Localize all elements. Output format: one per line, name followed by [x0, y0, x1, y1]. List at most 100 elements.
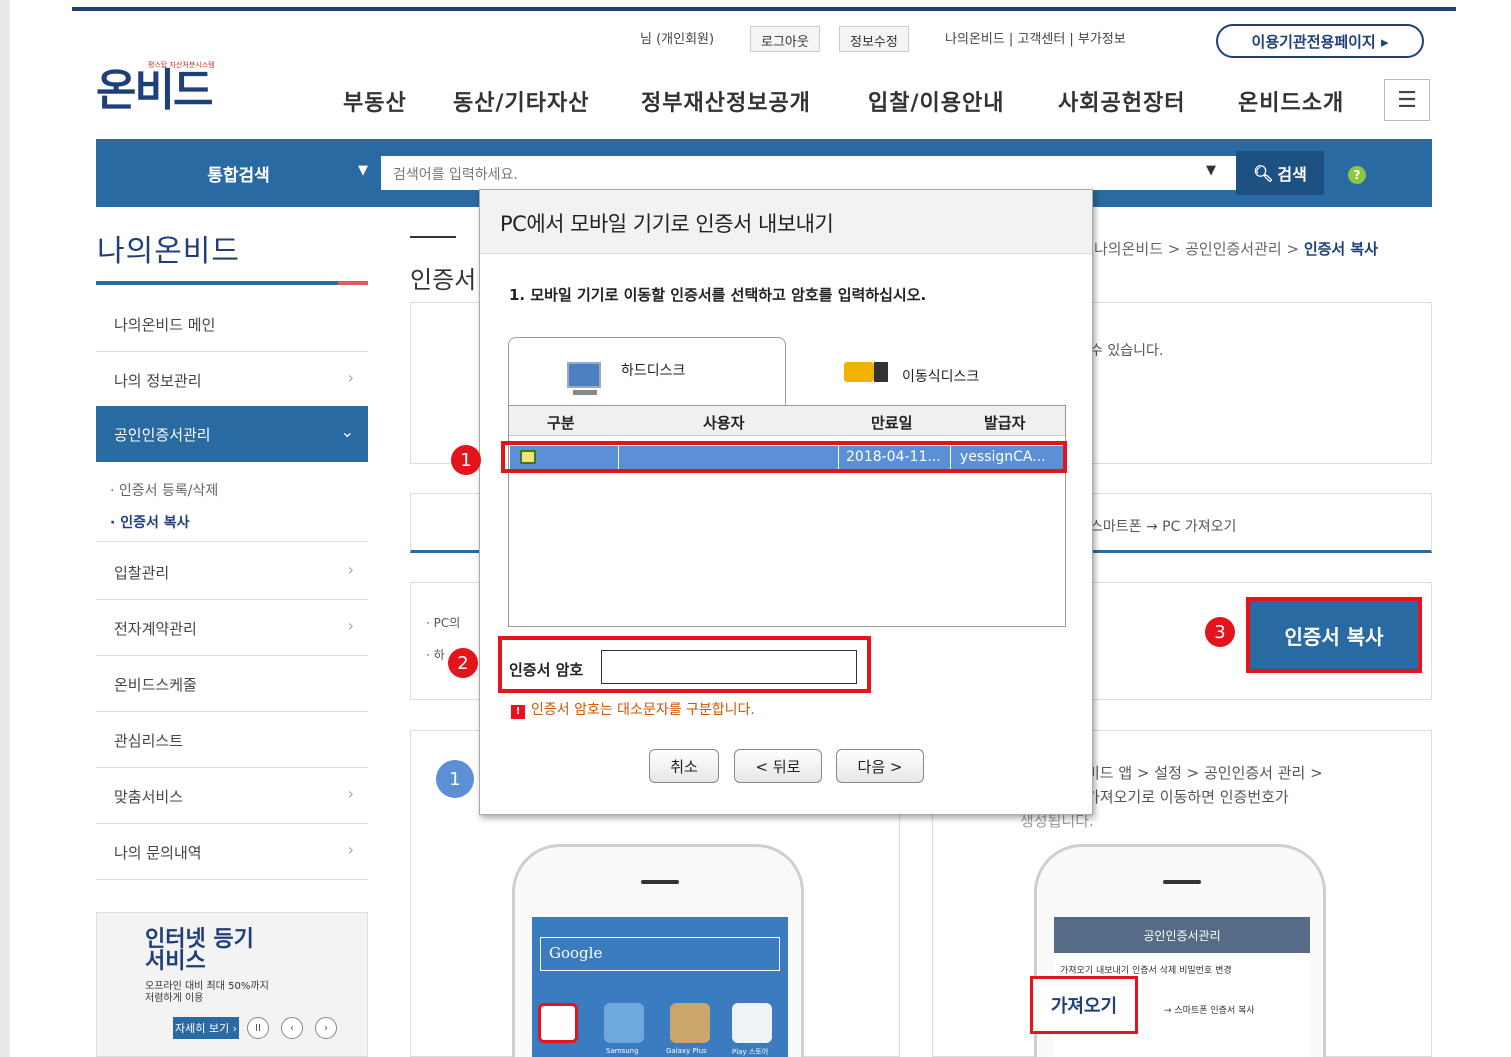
- search-button[interactable]: 🔍︎ 검색: [1236, 151, 1324, 195]
- step-marker-3: 3: [1205, 617, 1235, 647]
- nav-movables[interactable]: 동산/기타자산: [453, 85, 589, 117]
- sidebar-item-main[interactable]: 나의온비드 메인: [96, 296, 368, 352]
- app-caption: → 스마트폰 인증서 복사: [1164, 1006, 1255, 1016]
- info-text: 수 있습니다.: [1090, 343, 1164, 359]
- nav-about[interactable]: 온비드소개: [1238, 85, 1344, 117]
- col-type[interactable]: 구분: [547, 412, 575, 433]
- pause-icon[interactable]: II: [247, 1017, 269, 1039]
- sidebar-title: 나의온비드: [97, 234, 240, 269]
- usb-drive-icon: [844, 362, 874, 382]
- help-icon[interactable]: ?: [1348, 166, 1366, 184]
- col-expiry[interactable]: 만료일: [871, 412, 912, 433]
- user-info: 님 (개인회원): [640, 32, 715, 47]
- export-certificate-dialog: PC에서 모바일 기기로 인증서 내보내기 1. 모바일 기기로 이동할 인증서…: [479, 189, 1093, 815]
- note-text: · PC의: [426, 616, 461, 630]
- sidebar-item-label: 관심리스트: [114, 732, 184, 750]
- tab-smartphone-to-pc[interactable]: 스마트폰 → PC 가져오기: [1090, 516, 1236, 536]
- banner-title: 인터넷 등기 서비스: [145, 927, 254, 974]
- nav-gov-property[interactable]: 정부재산정보공개: [641, 85, 811, 117]
- app-caption: Galaxy Plus: [666, 1047, 707, 1055]
- sidebar-sub-copy[interactable]: · 인증서 복사: [110, 512, 189, 532]
- search-category-select[interactable]: 통합검색: [96, 139, 381, 207]
- dialog-title: PC에서 모바일 기기로 인증서 내보내기: [480, 190, 1092, 254]
- app-caption: Samsung: [606, 1047, 639, 1055]
- next-icon[interactable]: ›: [315, 1017, 337, 1039]
- chevron-right-icon: ›: [347, 368, 354, 387]
- list-header: 구분 사용자 만료일 발급자: [509, 406, 1065, 436]
- next-button[interactable]: 다음 >: [836, 749, 924, 783]
- edit-info-button[interactable]: 정보수정: [839, 26, 909, 52]
- col-user[interactable]: 사용자: [703, 412, 744, 433]
- back-button[interactable]: < 뒤로: [734, 749, 822, 783]
- sidebar-divider-accent: [338, 281, 368, 285]
- banner-more-button[interactable]: 자세히 보기 ›: [173, 1017, 239, 1039]
- prev-icon[interactable]: ‹: [281, 1017, 303, 1039]
- phone-speaker: [1163, 880, 1201, 884]
- sidebar-item-label: 나의 문의내역: [114, 844, 202, 862]
- search-icon: 🔍︎: [1253, 163, 1274, 183]
- sidebar-item-contracts[interactable]: 전자계약관리 ›: [96, 600, 368, 656]
- tab-hard-disk[interactable]: 하드디스크: [508, 337, 786, 405]
- usb-connector-icon: [874, 362, 888, 382]
- top-accent-line: [72, 7, 1456, 11]
- logout-button[interactable]: 로그아웃: [750, 26, 820, 52]
- divider: [96, 541, 368, 542]
- chevron-right-icon: ›: [347, 560, 354, 579]
- sidebar-item-bids[interactable]: 입찰관리 ›: [96, 544, 368, 600]
- sidebar-item-interests[interactable]: 관심리스트: [96, 712, 368, 768]
- samsung-app-icon: [604, 1003, 644, 1043]
- cancel-button[interactable]: 취소: [649, 749, 719, 783]
- highlight-box: [498, 636, 871, 693]
- phone-illustration: Google Samsung Galaxy Plus Play 스토어: [512, 844, 804, 1057]
- monitor-stand: [573, 390, 597, 395]
- sidebar-item-label: 입찰관리: [114, 564, 170, 582]
- highlight-box: [1246, 597, 1422, 673]
- sidebar-item-label: 나의온비드 메인: [114, 316, 216, 334]
- sidebar-sub-register[interactable]: · 인증서 등록/삭제: [110, 480, 218, 500]
- nav-real-estate[interactable]: 부동산: [343, 85, 407, 117]
- tab-label: 하드디스크: [621, 363, 686, 379]
- tab-removable-disk[interactable]: 이동식디스크: [786, 350, 1066, 405]
- chevron-down-icon[interactable]: ▼: [358, 163, 368, 178]
- dialog-instruction: 1. 모바일 기기로 이동할 인증서를 선택하고 암호를 입력하십시오.: [509, 286, 927, 304]
- org-page-button[interactable]: 이용기관전용페이지 ▸: [1216, 24, 1424, 58]
- search-input[interactable]: 검색어를 입력하세요.: [381, 156, 1236, 190]
- sidebar-item-custom[interactable]: 맞춤서비스 ›: [96, 768, 368, 824]
- pull-highlight: 가져오기: [1030, 976, 1138, 1034]
- breadcrumb: 나의온비드 > 공인인증서관리 > 인증서 복사: [1094, 240, 1379, 258]
- onbid-app-icon: [538, 1003, 578, 1043]
- nav-social-market[interactable]: 사회공헌장터: [1058, 85, 1185, 117]
- step-marker-2: 2: [448, 648, 478, 678]
- sidebar-item-cert[interactable]: 공인인증서관리 ⌄: [96, 406, 368, 462]
- chevron-right-icon: ›: [347, 784, 354, 803]
- page-title: 인증서: [410, 266, 477, 294]
- chevron-right-icon: ›: [347, 840, 354, 859]
- monitor-icon: [567, 362, 601, 388]
- highlight-box: [501, 441, 1067, 473]
- guide-text: 비드 앱 > 설정 > 공인인증서 관리 >: [1086, 764, 1323, 782]
- certificate-list[interactable]: 구분 사용자 만료일 발급자 2018-04-11... yessignCA..…: [508, 405, 1066, 627]
- sidebar-item-label: 공인인증서관리: [114, 426, 211, 444]
- chevron-right-icon: ›: [347, 616, 354, 635]
- play-store-icon: [732, 1003, 772, 1043]
- galaxy-app-icon: [670, 1003, 710, 1043]
- registry-banner[interactable]: 인터넷 등기 서비스 오프라인 대비 최대 50%까지 저렴하게 이용 자세히 보기…: [96, 912, 368, 1057]
- sidebar-item-label: 전자계약관리: [114, 620, 197, 638]
- app-header: 공인인증서관리: [1054, 917, 1310, 953]
- step-badge: 1: [436, 760, 474, 798]
- util-links[interactable]: 나의온비드 | 고객센터 | 부가정보: [945, 28, 1126, 47]
- sidebar-item-info[interactable]: 나의 정보관리 ›: [96, 352, 368, 408]
- menu-icon[interactable]: ☰: [1384, 79, 1430, 121]
- sidebar-item-label: 맞춤서비스: [114, 788, 184, 806]
- tab-label: 이동식디스크: [902, 369, 980, 385]
- app-tabs: 가져오기 내보내기 인증서 삭제 비밀번호 변경: [1060, 966, 1232, 976]
- google-search-widget: Google: [540, 937, 780, 971]
- chevron-down-icon[interactable]: ▼: [1206, 163, 1216, 178]
- nav-bid-guide[interactable]: 입찰/이용안내: [868, 85, 1004, 117]
- search-button-label: 검색: [1277, 165, 1307, 184]
- chevron-down-icon: ⌄: [340, 422, 354, 441]
- sidebar-item-label: 나의 정보관리: [114, 372, 202, 390]
- col-issuer[interactable]: 발급자: [984, 412, 1025, 433]
- sidebar-item-inquiries[interactable]: 나의 문의내역 ›: [96, 824, 368, 880]
- sidebar-item-schedule[interactable]: 온비드스케줄: [96, 656, 368, 712]
